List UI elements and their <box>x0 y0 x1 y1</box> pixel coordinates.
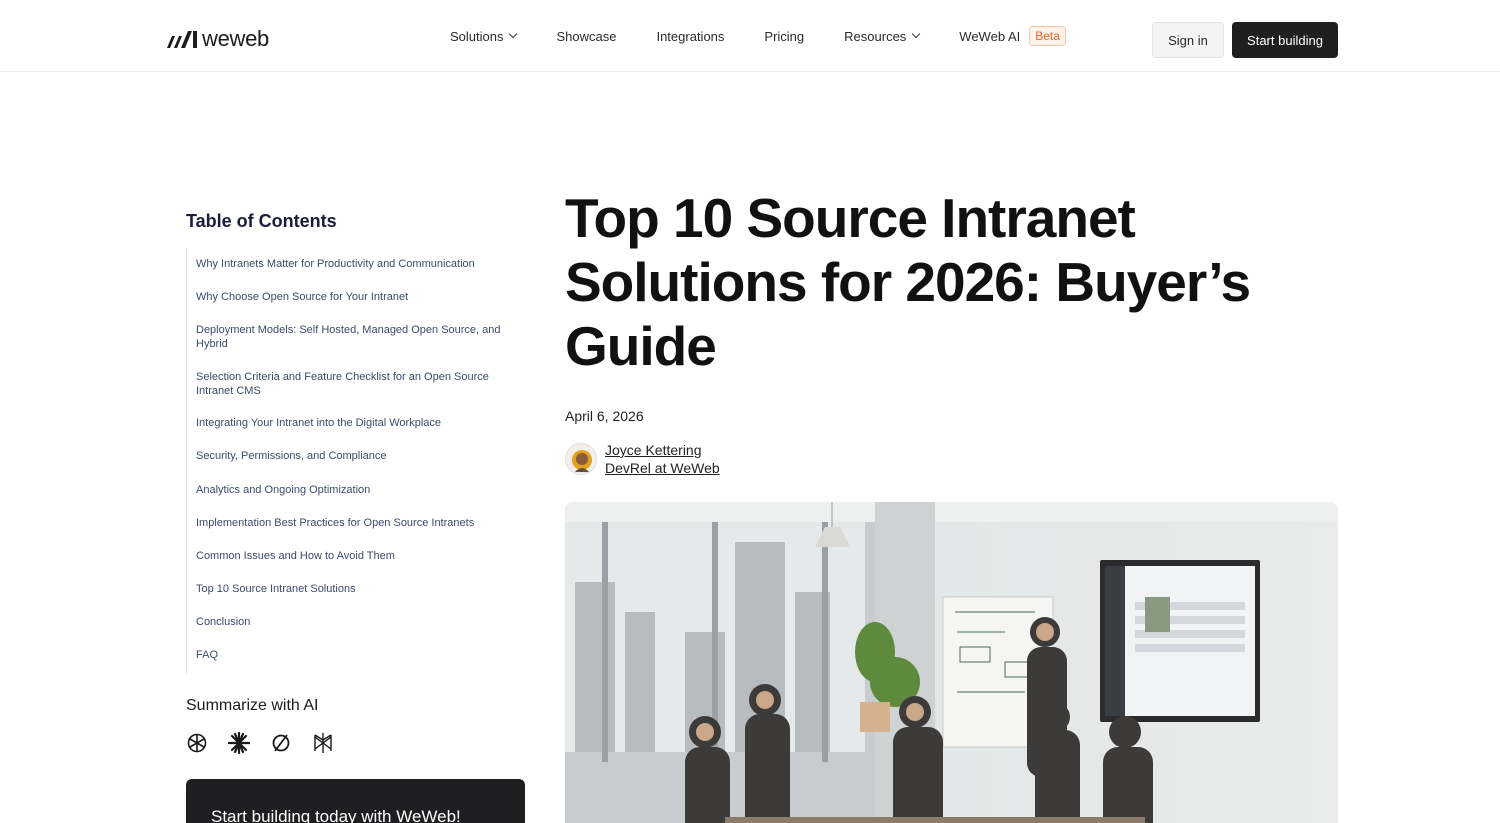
nav-pricing[interactable]: Pricing <box>764 29 804 44</box>
toc-item[interactable]: Conclusion <box>196 616 516 630</box>
avatar[interactable] <box>565 443 597 475</box>
chevron-down-icon <box>912 29 921 39</box>
author-role-link[interactable]: DevRel at WeWeb <box>605 459 720 477</box>
toc-item[interactable]: Security, Permissions, and Compliance <box>196 450 516 464</box>
toc-list: Why Intranets Matter for Productivity an… <box>186 248 526 673</box>
hero-illustration <box>565 502 1338 823</box>
hero-image <box>565 502 1338 823</box>
nav-solutions[interactable]: Solutions <box>450 28 518 44</box>
logo-text: weweb <box>202 26 269 51</box>
summarize-title: Summarize with AI <box>186 697 319 714</box>
toc-item[interactable]: Why Choose Open Source for Your Intranet <box>196 291 516 305</box>
nav-showcase-label: Showcase <box>556 28 617 44</box>
nav-resources-label: Resources <box>844 28 907 44</box>
toc-item[interactable]: Top 10 Source Intranet Solutions <box>196 583 516 597</box>
toc-item[interactable]: Why Intranets Matter for Productivity an… <box>196 258 516 272</box>
main-nav: Solutions Showcase Integrations Pricing … <box>450 0 1066 72</box>
nav-integrations-label: Integrations <box>656 28 725 44</box>
author-name-link[interactable]: Joyce Kettering <box>605 441 720 459</box>
article-title: Top 10 Source Intranet Solutions for 202… <box>565 187 1251 377</box>
weweb-logo-icon <box>167 31 197 48</box>
ai-icons <box>186 732 334 754</box>
chatgpt-icon[interactable] <box>186 732 208 754</box>
nav-integrations[interactable]: Integrations <box>656 29 724 44</box>
grok-icon[interactable] <box>312 732 334 754</box>
beta-badge: Beta <box>1029 26 1066 46</box>
author-text: Joyce Kettering DevRel at WeWeb <box>605 441 720 477</box>
chevron-down-icon <box>509 29 518 39</box>
nav-pricing-label: Pricing <box>764 28 805 44</box>
toc-item[interactable]: Integrating Your Intranet into the Digit… <box>196 417 516 431</box>
toc-item[interactable]: Implementation Best Practices for Open S… <box>196 517 516 531</box>
cta-card[interactable]: Start building today with WeWeb! <box>186 779 525 823</box>
perplexity-icon[interactable] <box>270 732 292 754</box>
nav-weweb-ai[interactable]: WeWeb AI Beta <box>959 26 1066 46</box>
toc-item[interactable]: Analytics and Ongoing Optimization <box>196 484 516 498</box>
toc-item[interactable]: Deployment Models: Self Hosted, Managed … <box>196 324 516 351</box>
nav-showcase[interactable]: Showcase <box>556 29 616 44</box>
claude-icon[interactable] <box>228 732 250 754</box>
nav-weweb-ai-label: WeWeb AI <box>959 28 1021 44</box>
toc-item[interactable]: Common Issues and How to Avoid Them <box>196 550 516 564</box>
article-date: April 6, 2026 <box>565 408 644 424</box>
toc-item[interactable]: FAQ <box>196 649 516 663</box>
sign-in-button[interactable]: Sign in <box>1152 22 1224 58</box>
cta-text: Start building today with WeWeb! <box>211 807 461 823</box>
nav-resources[interactable]: Resources <box>844 28 921 44</box>
toc-title: Table of Contents <box>186 211 337 231</box>
site-header: weweb Solutions Showcase Integrations Pr… <box>0 0 1500 72</box>
author-block: Joyce Kettering DevRel at WeWeb <box>565 441 720 477</box>
weweb-logo[interactable]: weweb <box>166 28 269 50</box>
toc-item[interactable]: Selection Criteria and Feature Checklist… <box>196 371 516 398</box>
start-building-button[interactable]: Start building <box>1232 22 1338 58</box>
nav-solutions-label: Solutions <box>450 28 504 44</box>
